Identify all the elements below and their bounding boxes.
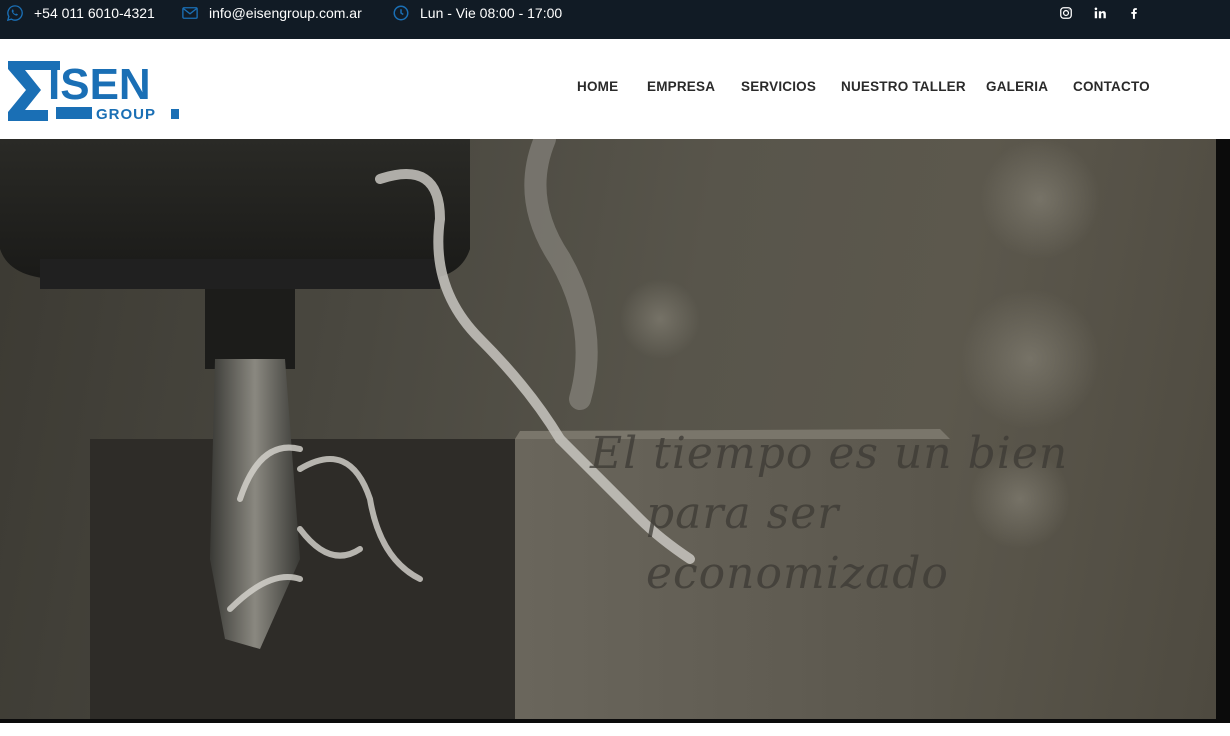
- nav-servicios[interactable]: SERVICIOS: [741, 79, 816, 94]
- email-contact[interactable]: info@eisengroup.com.ar: [181, 0, 362, 26]
- facebook-icon[interactable]: [1125, 4, 1143, 22]
- nav-contacto[interactable]: CONTACTO: [1073, 79, 1150, 94]
- envelope-icon: [181, 4, 199, 22]
- hero-right-border: [1216, 139, 1230, 722]
- instagram-icon[interactable]: [1057, 4, 1075, 22]
- business-hours: Lun - Vie 08:00 - 17:00: [392, 0, 562, 26]
- hours-text: Lun - Vie 08:00 - 17:00: [420, 5, 563, 21]
- hero-video-banner[interactable]: El tiempo es un bien para ser economizad…: [0, 139, 1216, 719]
- top-bar: +54 011 6010-4321 info@eisengroup.com.ar…: [0, 0, 1230, 39]
- clock-icon: [392, 4, 410, 22]
- hero-bottom-border: [0, 719, 1230, 723]
- email-text: info@eisengroup.com.ar: [209, 5, 362, 21]
- nav-home[interactable]: HOME: [577, 79, 618, 94]
- nav-galeria[interactable]: GALERIA: [986, 79, 1048, 94]
- hero-tagline: El tiempo es un bien para ser economizad…: [590, 424, 1150, 604]
- phone-text: +54 011 6010-4321: [34, 5, 155, 21]
- tagline-line-1: El tiempo es un bien: [590, 428, 1069, 479]
- phone-contact[interactable]: +54 011 6010-4321: [6, 0, 155, 26]
- nav-empresa[interactable]: EMPRESA: [647, 79, 715, 94]
- nav-nuestro-taller[interactable]: NUESTRO TALLER: [841, 79, 966, 94]
- tagline-line-2: para ser economizado: [646, 488, 949, 599]
- whatsapp-icon: [6, 4, 24, 22]
- linkedin-icon[interactable]: [1091, 4, 1109, 22]
- logo-sub-text: GROUP: [96, 106, 156, 121]
- main-navigation: HOME EMPRESA SERVICIOS NUESTRO TALLER GA…: [0, 79, 1230, 99]
- site-header: ISEN GROUP HOME EMPRESA SERVICIOS NUESTR…: [0, 39, 1230, 139]
